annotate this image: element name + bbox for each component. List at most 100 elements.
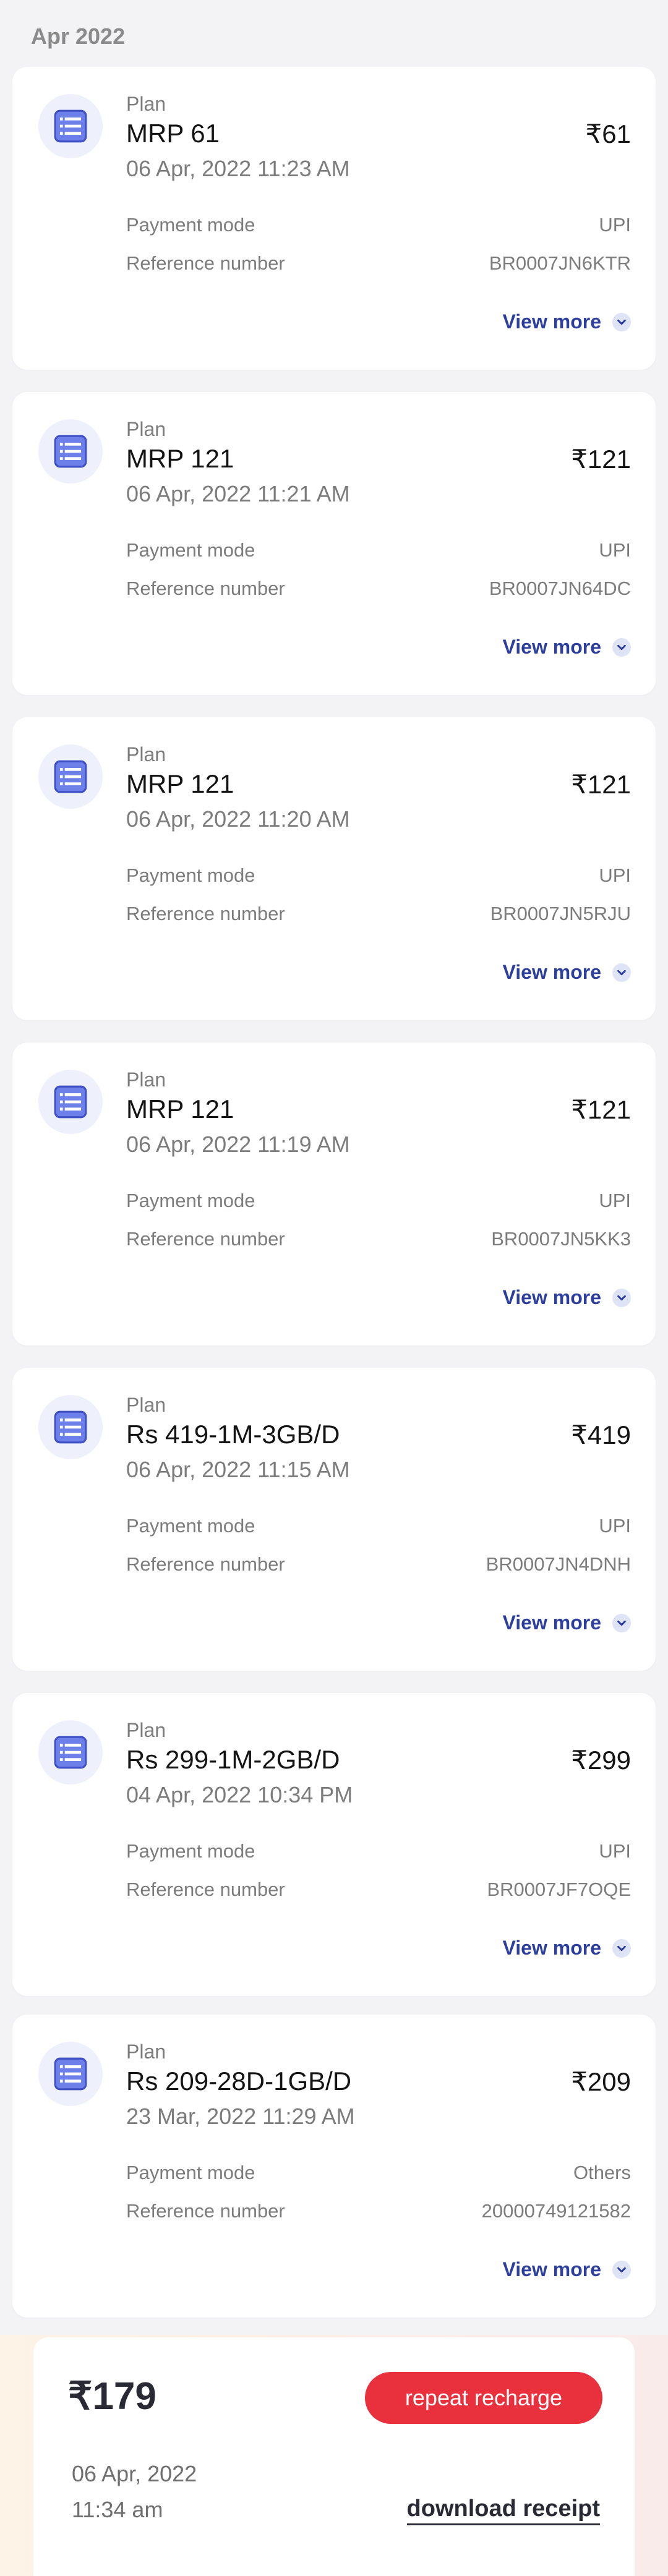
payment-mode-label: Payment mode bbox=[126, 864, 255, 886]
reference-number-value: BR0007JF7OQE bbox=[487, 1879, 631, 1900]
payment-mode-value: UPI bbox=[599, 1190, 631, 1211]
chevron-down-icon bbox=[612, 638, 631, 657]
reference-number-value: BR0007JN5RJU bbox=[490, 903, 631, 924]
plan-name: Rs 299-1M-2GB/D bbox=[126, 1745, 340, 1774]
payment-mode-value: UPI bbox=[599, 539, 631, 561]
payment-mode-label: Payment mode bbox=[126, 1840, 255, 1862]
reference-number-label: Reference number bbox=[126, 578, 285, 599]
last-recharge-footer: ₹179 repeat recharge 06 Apr, 2022 11:34 … bbox=[0, 2335, 668, 2576]
payment-mode-label: Payment mode bbox=[126, 1515, 255, 1537]
view-more-button[interactable]: View more bbox=[503, 1286, 631, 1309]
transaction-list: Plan MRP 61 ₹61 06 Apr, 2022 11:23 AM Pa… bbox=[12, 67, 656, 2340]
reference-number-label: Reference number bbox=[126, 1553, 285, 1575]
payment-mode-label: Payment mode bbox=[126, 2162, 255, 2183]
plan-label: Plan bbox=[126, 1068, 166, 1091]
payment-mode-value: UPI bbox=[599, 214, 631, 236]
reference-number-label: Reference number bbox=[126, 252, 285, 274]
plan-price: ₹299 bbox=[571, 1746, 631, 1775]
plan-price: ₹419 bbox=[571, 1420, 631, 1449]
transaction-date: 23 Mar, 2022 11:29 AM bbox=[126, 2104, 355, 2129]
view-more-button[interactable]: View more bbox=[503, 961, 631, 984]
chevron-down-icon bbox=[612, 1288, 631, 1307]
payment-mode-value: Others bbox=[573, 2162, 631, 2183]
payment-mode-value: UPI bbox=[599, 1515, 631, 1537]
last-recharge-date: 06 Apr, 2022 bbox=[72, 2461, 197, 2486]
plan-list-icon bbox=[38, 2042, 103, 2106]
chevron-down-icon bbox=[612, 2260, 631, 2279]
download-receipt-link[interactable]: download receipt bbox=[406, 2496, 600, 2525]
reference-number-label: Reference number bbox=[126, 1228, 285, 1250]
reference-number-value: BR0007JN5KK3 bbox=[491, 1228, 631, 1250]
plan-name: MRP 121 bbox=[126, 444, 234, 473]
month-header: Apr 2022 bbox=[31, 23, 126, 49]
last-recharge-card: ₹179 repeat recharge 06 Apr, 2022 11:34 … bbox=[33, 2337, 635, 2576]
plan-name: MRP 121 bbox=[126, 1094, 234, 1124]
plan-price: ₹121 bbox=[571, 770, 631, 799]
chevron-down-icon bbox=[612, 312, 631, 331]
plan-label: Plan bbox=[126, 1719, 166, 1741]
reference-number-value: BR0007JN6KTR bbox=[489, 252, 631, 274]
transaction-card: Plan MRP 121 ₹121 06 Apr, 2022 11:19 AM … bbox=[12, 1043, 656, 1346]
payment-mode-value: UPI bbox=[599, 864, 631, 886]
transaction-card: Plan Rs 209-28D-1GB/D ₹209 23 Mar, 2022 … bbox=[12, 2015, 656, 2318]
plan-price: ₹121 bbox=[571, 445, 631, 474]
transaction-date: 06 Apr, 2022 11:19 AM bbox=[126, 1132, 350, 1157]
last-recharge-time: 11:34 am bbox=[72, 2497, 163, 2522]
transaction-card: Plan Rs 419-1M-3GB/D ₹419 06 Apr, 2022 1… bbox=[12, 1368, 656, 1671]
plan-price: ₹121 bbox=[571, 1095, 631, 1124]
transaction-card: Plan Rs 299-1M-2GB/D ₹299 04 Apr, 2022 1… bbox=[12, 1693, 656, 1996]
plan-list-icon bbox=[38, 94, 103, 158]
plan-price: ₹61 bbox=[585, 119, 631, 148]
plan-list-icon bbox=[38, 1720, 103, 1785]
view-more-button[interactable]: View more bbox=[503, 310, 631, 333]
last-recharge-amount: ₹179 bbox=[68, 2375, 156, 2418]
chevron-down-icon bbox=[612, 1613, 631, 1632]
plan-label: Plan bbox=[126, 418, 166, 440]
plan-label: Plan bbox=[126, 743, 166, 766]
transaction-date: 06 Apr, 2022 11:20 AM bbox=[126, 806, 350, 832]
reference-number-value: BR0007JN64DC bbox=[489, 578, 631, 599]
plan-label: Plan bbox=[126, 1394, 166, 1416]
payment-mode-label: Payment mode bbox=[126, 214, 255, 236]
plan-list-icon bbox=[38, 419, 103, 484]
plan-label: Plan bbox=[126, 93, 166, 115]
plan-name: MRP 61 bbox=[126, 119, 220, 148]
plan-name: Rs 209-28D-1GB/D bbox=[126, 2066, 352, 2096]
payment-mode-label: Payment mode bbox=[126, 539, 255, 561]
payment-mode-label: Payment mode bbox=[126, 1190, 255, 1211]
transaction-card: Plan MRP 61 ₹61 06 Apr, 2022 11:23 AM Pa… bbox=[12, 67, 656, 370]
view-more-label: View more bbox=[502, 1286, 601, 1308]
transaction-date: 06 Apr, 2022 11:21 AM bbox=[126, 481, 350, 506]
view-more-button[interactable]: View more bbox=[503, 636, 631, 659]
payment-mode-value: UPI bbox=[599, 1840, 631, 1862]
reference-number-value: BR0007JN4DNH bbox=[486, 1553, 631, 1575]
view-more-button[interactable]: View more bbox=[503, 1611, 631, 1634]
view-more-label: View more bbox=[502, 636, 601, 658]
plan-list-icon bbox=[38, 1070, 103, 1134]
reference-number-value: 20000749121582 bbox=[481, 2200, 631, 2222]
view-more-button[interactable]: View more bbox=[503, 2258, 631, 2281]
view-more-label: View more bbox=[502, 2258, 601, 2280]
plan-name: Rs 419-1M-3GB/D bbox=[126, 1420, 340, 1449]
transaction-date: 06 Apr, 2022 11:23 AM bbox=[126, 156, 350, 181]
plan-price: ₹209 bbox=[571, 2067, 631, 2096]
view-more-label: View more bbox=[502, 310, 601, 333]
reference-number-label: Reference number bbox=[126, 903, 285, 924]
plan-list-icon bbox=[38, 744, 103, 809]
plan-name: MRP 121 bbox=[126, 769, 234, 798]
chevron-down-icon bbox=[612, 1938, 631, 1958]
transaction-date: 04 Apr, 2022 10:34 PM bbox=[126, 1782, 353, 1807]
reference-number-label: Reference number bbox=[126, 1879, 285, 1900]
view-more-button[interactable]: View more bbox=[503, 1937, 631, 1960]
plan-list-icon bbox=[38, 1395, 103, 1459]
view-more-label: View more bbox=[502, 961, 601, 983]
repeat-recharge-button[interactable]: repeat recharge bbox=[365, 2372, 602, 2424]
reference-number-label: Reference number bbox=[126, 2200, 285, 2222]
transaction-card: Plan MRP 121 ₹121 06 Apr, 2022 11:21 AM … bbox=[12, 392, 656, 695]
chevron-down-icon bbox=[612, 963, 631, 982]
transaction-card: Plan MRP 121 ₹121 06 Apr, 2022 11:20 AM … bbox=[12, 717, 656, 1020]
view-more-label: View more bbox=[502, 1611, 601, 1634]
transaction-date: 06 Apr, 2022 11:15 AM bbox=[126, 1457, 350, 1482]
view-more-label: View more bbox=[502, 1937, 601, 1959]
plan-label: Plan bbox=[126, 2041, 166, 2063]
